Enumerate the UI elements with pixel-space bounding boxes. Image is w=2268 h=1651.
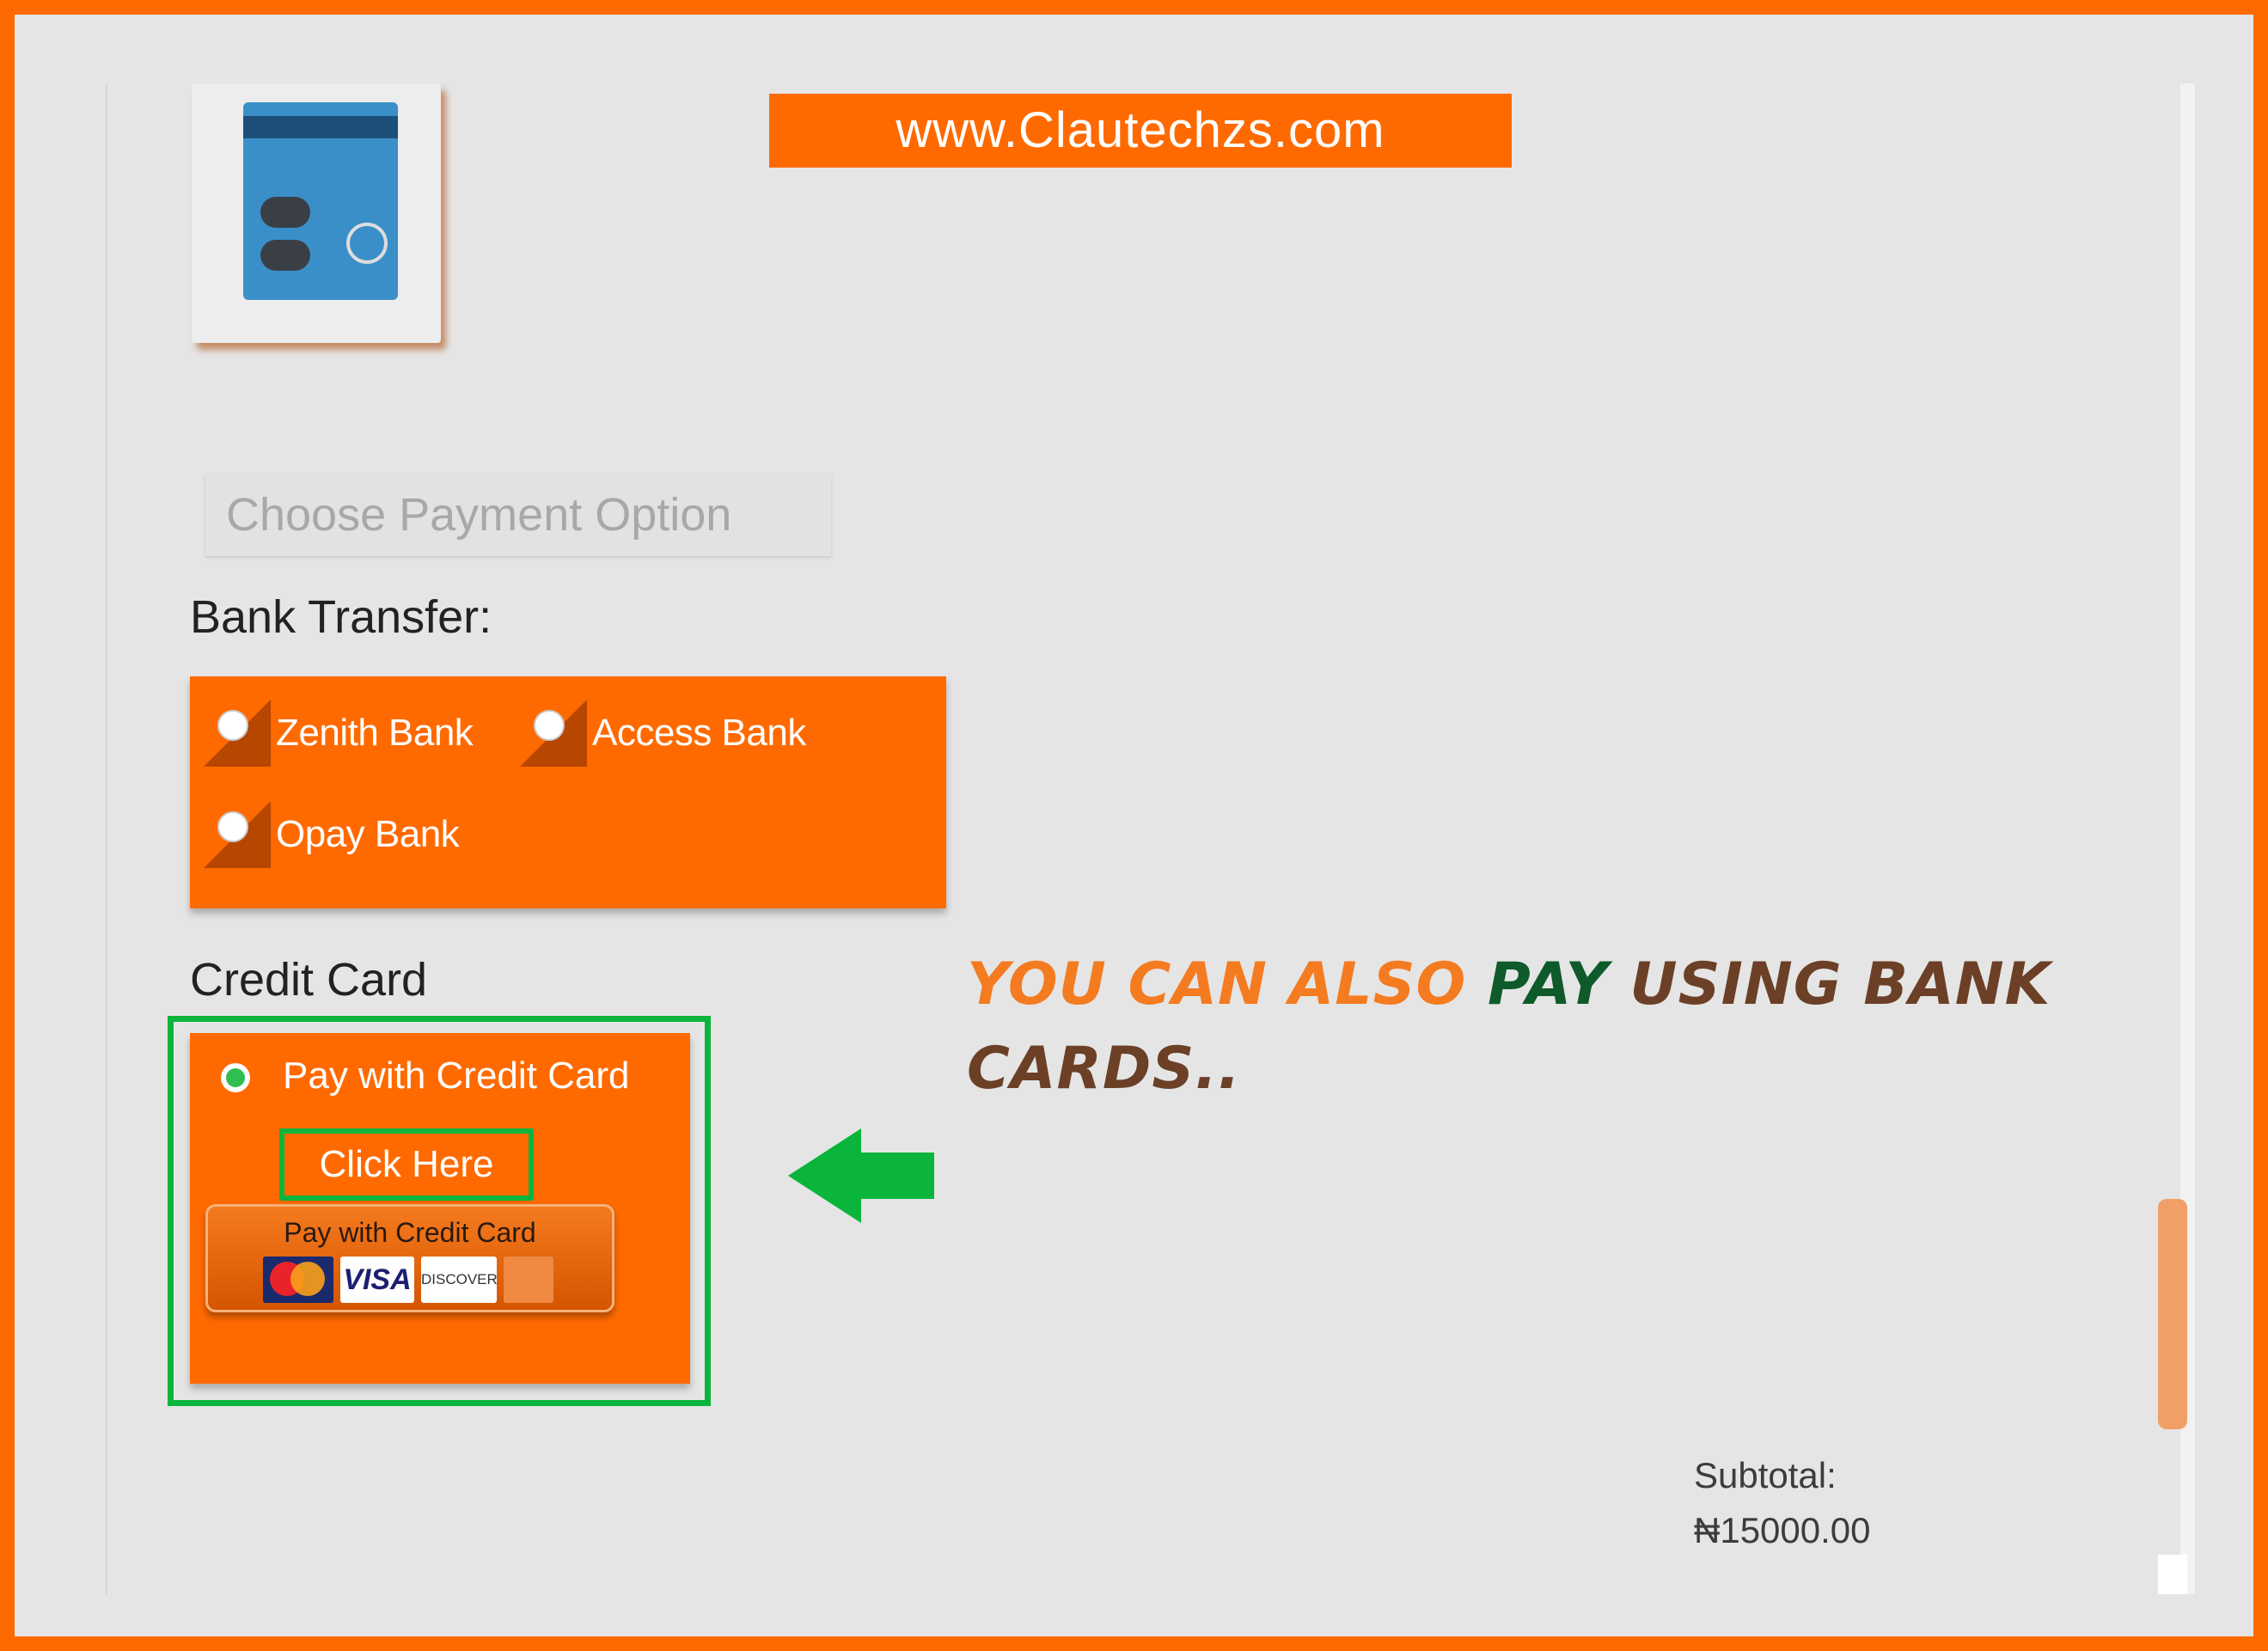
click-here-link[interactable]: Click Here bbox=[279, 1128, 534, 1201]
left-arrow-icon bbox=[788, 1128, 934, 1223]
scroll-corner bbox=[2158, 1555, 2187, 1594]
promo-text-green: PAY bbox=[1488, 951, 1609, 1018]
pay-button-label: Pay with Credit Card bbox=[284, 1217, 536, 1248]
product-image bbox=[192, 83, 441, 343]
bank-option-label: Access Bank bbox=[592, 712, 806, 754]
screenshot-frame: www.Clautechzs.com Bank Transfer: Zenith… bbox=[0, 0, 2268, 1651]
radio-button[interactable] bbox=[204, 801, 271, 868]
mastercard-icon bbox=[263, 1257, 333, 1303]
bank-option-label: Opay Bank bbox=[276, 813, 460, 855]
credit-card-label: Credit Card bbox=[190, 954, 428, 1006]
promo-text-orange: YOU CAN ALSO bbox=[967, 951, 1489, 1018]
radio-button[interactable] bbox=[204, 700, 271, 767]
payment-option-input[interactable] bbox=[205, 474, 831, 556]
visa-icon: VISA bbox=[340, 1257, 414, 1303]
bank-transfer-options: Zenith Bank Access Bank Opay Bank bbox=[190, 676, 946, 908]
pay-with-credit-card-button[interactable]: Pay with Credit Card VISA DISCOVER bbox=[205, 1204, 614, 1312]
bank-transfer-label: Bank Transfer: bbox=[190, 591, 492, 643]
subtotal-value: ₦15000.00 bbox=[1694, 1510, 1871, 1550]
amex-icon bbox=[504, 1257, 553, 1303]
discover-icon: DISCOVER bbox=[421, 1257, 498, 1303]
credit-card-radio[interactable] bbox=[221, 1063, 250, 1092]
bank-option-opay[interactable]: Opay Bank bbox=[204, 800, 460, 869]
radio-button[interactable] bbox=[520, 700, 587, 767]
bank-option-access[interactable]: Access Bank bbox=[520, 699, 806, 767]
content-divider bbox=[106, 83, 107, 1594]
controller-pack-image bbox=[243, 102, 398, 300]
bank-option-zenith[interactable]: Zenith Bank bbox=[204, 699, 474, 767]
bank-option-label: Zenith Bank bbox=[276, 712, 474, 754]
payment-option-field[interactable] bbox=[205, 474, 831, 556]
scrollbar-thumb[interactable] bbox=[2158, 1199, 2187, 1429]
watermark-banner: www.Clautechzs.com bbox=[769, 94, 1512, 168]
subtotal-label: Subtotal: bbox=[1694, 1455, 1837, 1495]
credit-card-radio-label: Pay with Credit Card bbox=[283, 1055, 630, 1097]
promo-caption: YOU CAN ALSO PAY USING BANK CARDS.. bbox=[967, 943, 2084, 1111]
